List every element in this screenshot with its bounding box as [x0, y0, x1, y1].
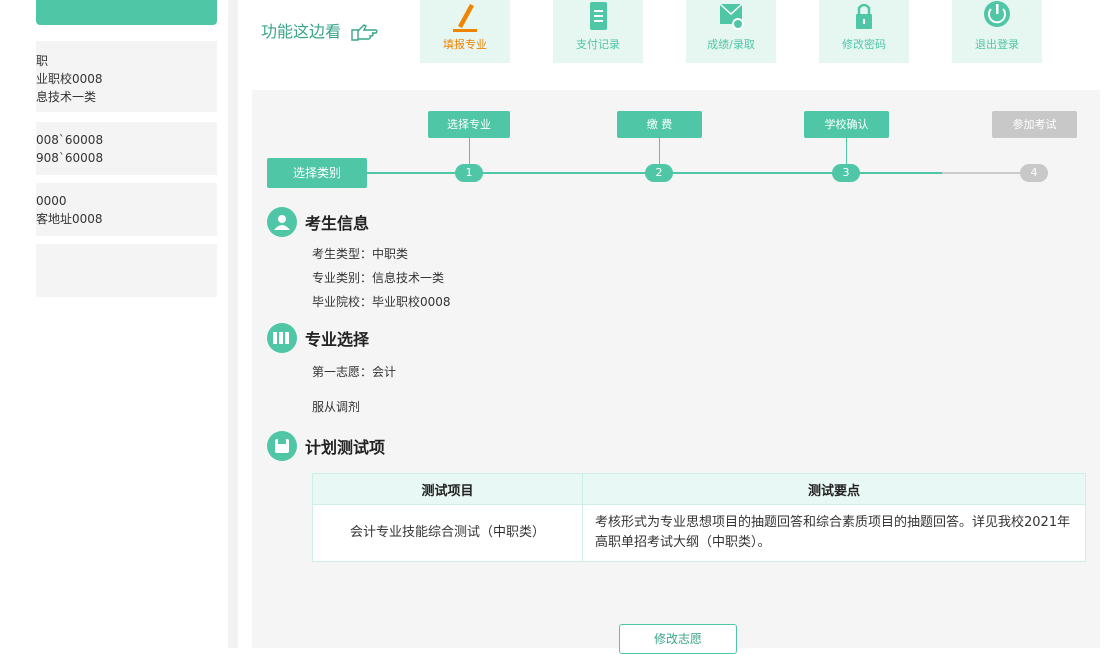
step-stem [659, 138, 660, 164]
sidebar-text: 008`60008 [36, 133, 104, 147]
step-school-confirm-label: 学校确认 [804, 111, 889, 138]
sidebar-text: 908`60008 [36, 151, 104, 165]
table-cell-test-points: 考核形式为专业思想项目的抽题回答和综合素质项目的抽题回答。详见我校2021年高职… [582, 504, 1086, 562]
step-dot-2: 2 [645, 164, 673, 182]
modify-choice-button[interactable]: 修改志愿 [619, 624, 737, 654]
sidebar-text: 息技术一类 [36, 90, 97, 104]
nav-label: 支付记录 [576, 38, 620, 51]
nav-label: 填报专业 [443, 38, 487, 51]
sidebar-text: 职 [36, 54, 49, 68]
table-header-cell: 测试要点 [582, 473, 1086, 505]
sidebar-card-student: 职 业职校0008 息技术一类 [36, 41, 217, 112]
plan-section-title: 计划测试项 [267, 431, 385, 461]
sidebar: 职 业职校0008 息技术一类 008`60008 908`60008 0000… [0, 0, 217, 648]
test-plan-table: 测试项目 测试要点 会计专业技能综合测试（中职类） 考核形式为专业思想项目的抽题… [312, 473, 1086, 562]
header-slogan-text: 功能这边看 [261, 22, 342, 41]
nav-scores-button[interactable]: 成绩/录取 [686, 0, 776, 63]
main-panel: 选择类别 选择专业 1 缴 费 2 学校确认 3 参加考试 4 考生信息 考生类… [252, 90, 1100, 654]
section-title-text: 计划测试项 [305, 438, 386, 457]
sidebar-card-phone: 008`60008 908`60008 [36, 122, 217, 175]
student-info-section-title: 考生信息 [267, 207, 369, 237]
save-disk-icon [267, 431, 297, 461]
major-section-title: 专业选择 [267, 323, 369, 353]
sidebar-card-empty [36, 244, 217, 297]
sidebar-text: 0000 [36, 194, 67, 208]
table-header-cell: 测试项目 [312, 473, 583, 505]
section-title-text: 专业选择 [305, 330, 370, 349]
first-choice: 第一志愿：会计 [312, 365, 397, 379]
step-exam-label: 参加考试 [992, 111, 1077, 138]
nav-payment-button[interactable]: 支付记录 [553, 0, 643, 63]
student-category: 专业类别：信息技术一类 [312, 271, 445, 285]
step-dot-3: 3 [832, 164, 860, 182]
student-type: 考生类型：中职类 [312, 247, 409, 261]
sidebar-text: 业职校0008 [36, 72, 103, 86]
table-row: 会计专业技能综合测试（中职类） 考核形式为专业思想项目的抽题回答和综合素质项目的… [312, 504, 1086, 562]
nav-password-button[interactable]: 修改密码 [819, 0, 909, 63]
nav-label: 修改密码 [842, 38, 886, 51]
step-dot-1: 1 [455, 164, 483, 182]
step-stem [846, 138, 847, 164]
nav-label: 成绩/录取 [707, 38, 755, 51]
mail-user-icon [719, 3, 744, 30]
sidebar-divider [228, 0, 238, 648]
step-dot-4: 4 [1020, 164, 1048, 182]
lock-icon [856, 3, 872, 29]
user-icon [267, 207, 297, 237]
nav-logout-button[interactable]: 退出登录 [952, 0, 1042, 63]
clipboard-icon [590, 2, 607, 30]
sidebar-text: 客地址0008 [36, 212, 103, 226]
nav-fill-major-button[interactable]: 填报专业 [420, 0, 510, 63]
accept-adjustment: 服从调剂 [312, 400, 361, 414]
books-icon [267, 323, 297, 353]
sidebar-card-address: 0000 客地址0008 [36, 183, 217, 236]
header-slogan: 功能这边看 [261, 18, 378, 42]
step-stem [469, 138, 470, 164]
hand-pointer-icon [351, 24, 378, 41]
nav-label: 退出登录 [975, 38, 1019, 51]
table-header-row: 测试项目 测试要点 [312, 473, 1086, 505]
step-payment-label: 缴 费 [617, 111, 702, 138]
section-title-text: 考生信息 [305, 214, 370, 233]
power-icon [984, 1, 1010, 27]
sidebar-top-bar [36, 0, 217, 25]
table-cell-test-item: 会计专业技能综合测试（中职类） [312, 504, 583, 562]
student-school: 毕业院校：毕业职校0008 [312, 295, 451, 309]
step-choose-category: 选择类别 [267, 158, 367, 188]
pencil-icon [453, 4, 477, 32]
step-choose-major-label: 选择专业 [428, 111, 510, 138]
